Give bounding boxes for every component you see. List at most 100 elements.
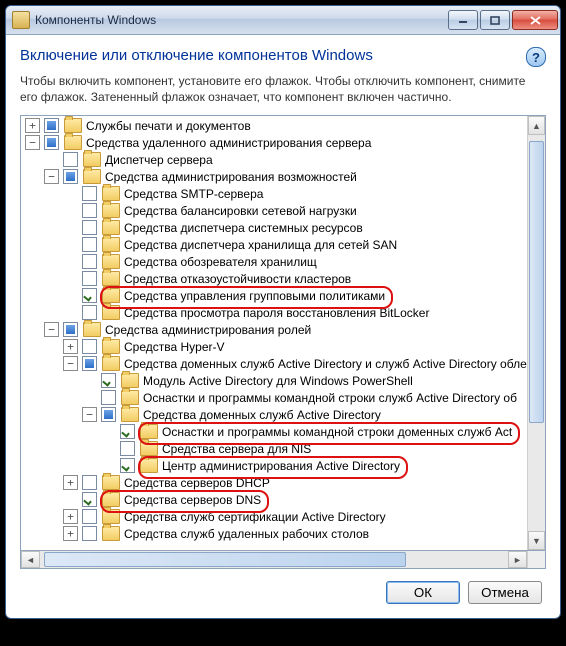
scroll-up-button[interactable]: ▲: [528, 116, 545, 135]
vertical-scrollbar[interactable]: ▲ ▼: [527, 116, 545, 550]
tree-row[interactable]: − Средства доменных служб Active Director…: [21, 355, 527, 372]
folder-icon: [64, 135, 82, 150]
folder-icon: [83, 152, 101, 167]
tree-row[interactable]: −Средства администрирования возможностей: [21, 168, 527, 185]
titlebar[interactable]: Компоненты Windows: [6, 6, 560, 35]
checkbox[interactable]: [44, 118, 59, 133]
tree-item-label: Оснастки и программы командной строки до…: [162, 425, 512, 439]
tree-row[interactable]: −Средства удаленного администрирования с…: [21, 134, 527, 151]
checkbox[interactable]: [82, 509, 97, 524]
tree-item-label: Средства SMTP-сервера: [124, 187, 263, 201]
horizontal-scrollbar[interactable]: ◄ ►: [20, 551, 546, 569]
checkbox[interactable]: [82, 492, 97, 507]
cancel-button[interactable]: Отмена: [468, 581, 542, 604]
folder-icon: [102, 288, 120, 303]
tree-item-label: Средства доменных служб Active Directory: [143, 408, 381, 422]
tree-item-label: Центр администрирования Active Directory: [162, 459, 400, 473]
checkbox[interactable]: [82, 339, 97, 354]
collapse-icon[interactable]: −: [63, 356, 78, 371]
expand-icon[interactable]: +: [25, 118, 40, 133]
tree-item-label: Средства доменных служб Active Directory…: [124, 357, 527, 371]
close-button[interactable]: [512, 10, 558, 30]
checkbox[interactable]: [82, 237, 97, 252]
tree-row[interactable]: Средства балансировки сетевой нагрузки: [21, 202, 527, 219]
tree-row[interactable]: Диспетчер сервера: [21, 151, 527, 168]
ok-button[interactable]: ОК: [386, 581, 460, 604]
tree-row[interactable]: + Средства служб сертификации Active Dire…: [21, 508, 527, 525]
tree-row[interactable]: + Службы печати и документов: [21, 117, 527, 134]
maximize-button[interactable]: [480, 10, 510, 30]
tree-row[interactable]: Средства управления групповыми политикам…: [21, 287, 527, 304]
checkbox[interactable]: [82, 526, 97, 541]
checkbox[interactable]: [82, 203, 97, 218]
checkbox[interactable]: [120, 424, 135, 439]
scroll-down-button[interactable]: ▼: [528, 531, 545, 550]
tree-row[interactable]: Средства обозревателя хранилищ: [21, 253, 527, 270]
scroll-right-button[interactable]: ►: [508, 551, 527, 568]
checkbox[interactable]: [120, 441, 135, 456]
checkbox[interactable]: [82, 356, 97, 371]
checkbox[interactable]: [63, 322, 78, 337]
folder-icon: [64, 118, 82, 133]
page-description: Чтобы включить компонент, установите его…: [20, 73, 546, 105]
tree-row[interactable]: Оснастки и программы командной строки до…: [21, 423, 527, 440]
folder-icon: [102, 356, 120, 371]
checkbox[interactable]: [120, 458, 135, 473]
folder-icon: [140, 441, 158, 456]
expand-icon[interactable]: +: [63, 509, 78, 524]
tree-row[interactable]: + Средства Hyper-V: [21, 338, 527, 355]
checkbox[interactable]: [82, 220, 97, 235]
tree-item-label: Службы печати и документов: [86, 119, 251, 133]
tree-item-label: Средства серверов DNS: [124, 493, 261, 507]
folder-icon: [102, 254, 120, 269]
tree-row[interactable]: − Средства доменных служб Active Director…: [21, 406, 527, 423]
expand-icon[interactable]: +: [63, 475, 78, 490]
tree-item-label: Модуль Active Directory для Windows Powe…: [143, 374, 413, 388]
tree-row[interactable]: Средства просмотра пароля восстановления…: [21, 304, 527, 321]
tree-row[interactable]: Модуль Active Directory для Windows Powe…: [21, 372, 527, 389]
tree-row[interactable]: Средства отказоустойчивости кластеров: [21, 270, 527, 287]
tree-row[interactable]: +Средства служб удаленных рабочих столов: [21, 525, 527, 542]
collapse-icon[interactable]: −: [82, 407, 97, 422]
tree-row[interactable]: Центр администрирования Active Directory: [21, 457, 527, 474]
minimize-button[interactable]: [448, 10, 478, 30]
help-icon[interactable]: ?: [526, 47, 546, 67]
folder-icon: [83, 169, 101, 184]
tree-item-label: Средства Hyper-V: [124, 340, 225, 354]
collapse-icon[interactable]: −: [25, 135, 40, 150]
tree-row[interactable]: Средства серверов DNS: [21, 491, 527, 508]
tree-item-label: Средства сервера для NIS: [162, 442, 311, 456]
tree-row[interactable]: Средства SMTP-сервера: [21, 185, 527, 202]
checkbox[interactable]: [101, 373, 116, 388]
checkbox[interactable]: [63, 169, 78, 184]
expand-icon[interactable]: +: [63, 526, 78, 541]
collapse-icon[interactable]: −: [44, 322, 59, 337]
tree-row[interactable]: −Средства администрирования ролей: [21, 321, 527, 338]
tree-row[interactable]: Средства диспетчера хранилища для сетей …: [21, 236, 527, 253]
checkbox[interactable]: [82, 271, 97, 286]
tree-item-label: Средства отказоустойчивости кластеров: [124, 272, 351, 286]
checkbox[interactable]: [101, 390, 116, 405]
checkbox[interactable]: [82, 475, 97, 490]
scroll-thumb-h[interactable]: [44, 552, 406, 567]
checkbox[interactable]: [82, 288, 97, 303]
checkbox[interactable]: [82, 186, 97, 201]
window-title: Компоненты Windows: [35, 13, 156, 27]
expand-icon[interactable]: +: [63, 339, 78, 354]
tree-item-label: Средства служб сертификации Active Direc…: [124, 510, 386, 524]
checkbox[interactable]: [82, 254, 97, 269]
checkbox[interactable]: [63, 152, 78, 167]
app-icon: [12, 11, 30, 29]
checkbox[interactable]: [44, 135, 59, 150]
checkbox[interactable]: [82, 305, 97, 320]
tree-row[interactable]: Средства сервера для NIS: [21, 440, 527, 457]
checkbox[interactable]: [101, 407, 116, 422]
scroll-left-button[interactable]: ◄: [21, 551, 40, 568]
scroll-thumb[interactable]: [529, 141, 544, 423]
tree-row[interactable]: Оснастки и программы командной строки сл…: [21, 389, 527, 406]
tree-item-label: Средства балансировки сетевой нагрузки: [124, 204, 357, 218]
folder-icon: [140, 458, 158, 473]
tree-row[interactable]: +Средства серверов DHCP: [21, 474, 527, 491]
tree-row[interactable]: Средства диспетчера системных ресурсов: [21, 219, 527, 236]
collapse-icon[interactable]: −: [44, 169, 59, 184]
